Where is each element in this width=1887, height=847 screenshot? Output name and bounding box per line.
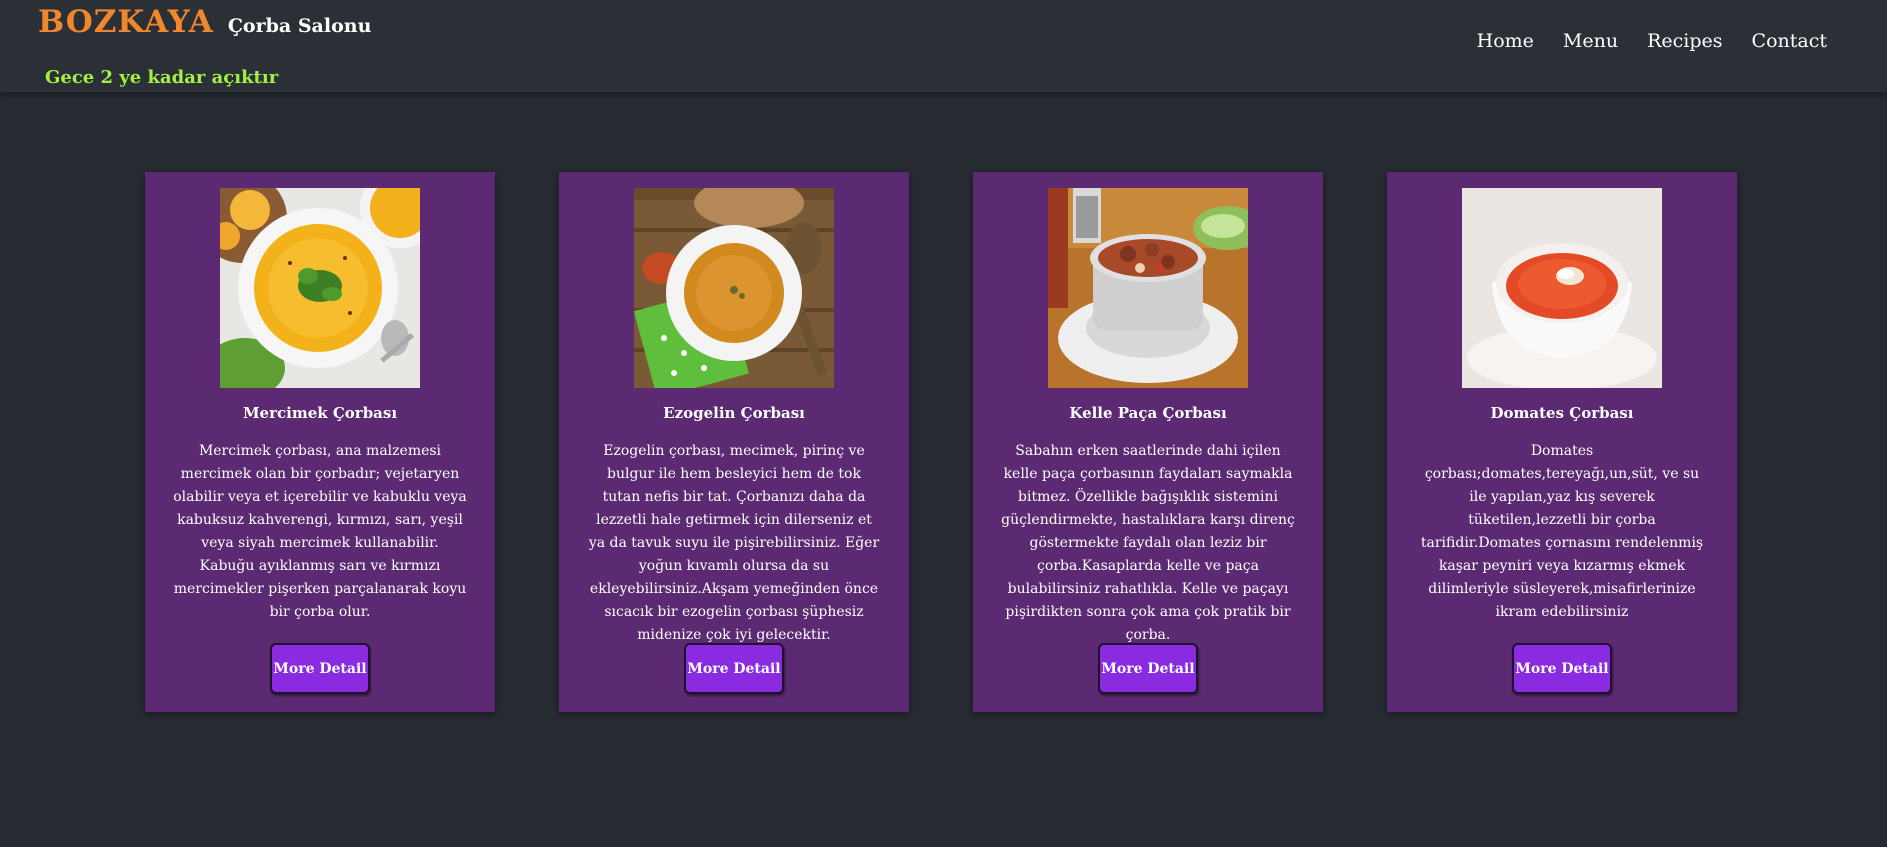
card-title: Mercimek Çorbası [242,404,398,422]
nav-home[interactable]: Home [1477,30,1534,52]
nav-recipes[interactable]: Recipes [1647,30,1722,52]
card-title: Domates Çorbası [1490,404,1634,422]
main-nav: Home Menu Recipes Contact [1477,30,1827,52]
more-detail-button[interactable]: More Detail [1098,643,1198,694]
card-title: Ezogelin Çorbası [663,404,805,422]
nav-menu[interactable]: Menu [1563,30,1618,52]
soup-card-mercimek: Mercimek Çorbası Mercimek çorbası, ana m… [145,172,495,712]
kelle-paca-soup-photo [1048,188,1248,388]
soup-cards: Mercimek Çorbası Mercimek çorbası, ana m… [145,172,1737,712]
ezogelin-soup-photo [634,188,834,388]
soup-card-domates: Domates Çorbası Domates çorbası;domates,… [1387,172,1737,712]
card-description: Mercimek çorbası, ana malzemesi mercimek… [173,443,467,620]
more-detail-button[interactable]: More Detail [684,643,784,694]
more-detail-button[interactable]: More Detail [1512,643,1612,694]
domates-soup-photo [1462,188,1662,388]
card-title: Kelle Paça Çorbası [1069,404,1227,422]
brand-name: BOZKAYA [38,4,214,40]
card-description: Sabahın erken saatlerinde dahi içilen ke… [1001,443,1295,643]
nav-contact[interactable]: Contact [1752,30,1827,52]
brand-subtitle: Çorba Salonu [227,15,372,37]
card-description: Domates çorbası;domates,tereyağı,un,süt,… [1420,443,1704,620]
mercimek-soup-photo [220,188,420,388]
opening-hours: Gece 2 ye kadar açıktır [45,67,279,88]
more-detail-button[interactable]: More Detail [270,643,370,694]
soup-card-ezogelin: Ezogelin Çorbası Ezogelin çorbası, mecim… [559,172,909,712]
soup-card-kelle-paca: Kelle Paça Çorbası Sabahın erken saatler… [973,172,1323,712]
brand[interactable]: BOZKAYA Çorba Salonu [38,4,371,40]
card-description: Ezogelin çorbası, mecimek, pirinç ve bul… [588,443,880,643]
site-header: BOZKAYA Çorba Salonu Gece 2 ye kadar açı… [0,0,1887,92]
